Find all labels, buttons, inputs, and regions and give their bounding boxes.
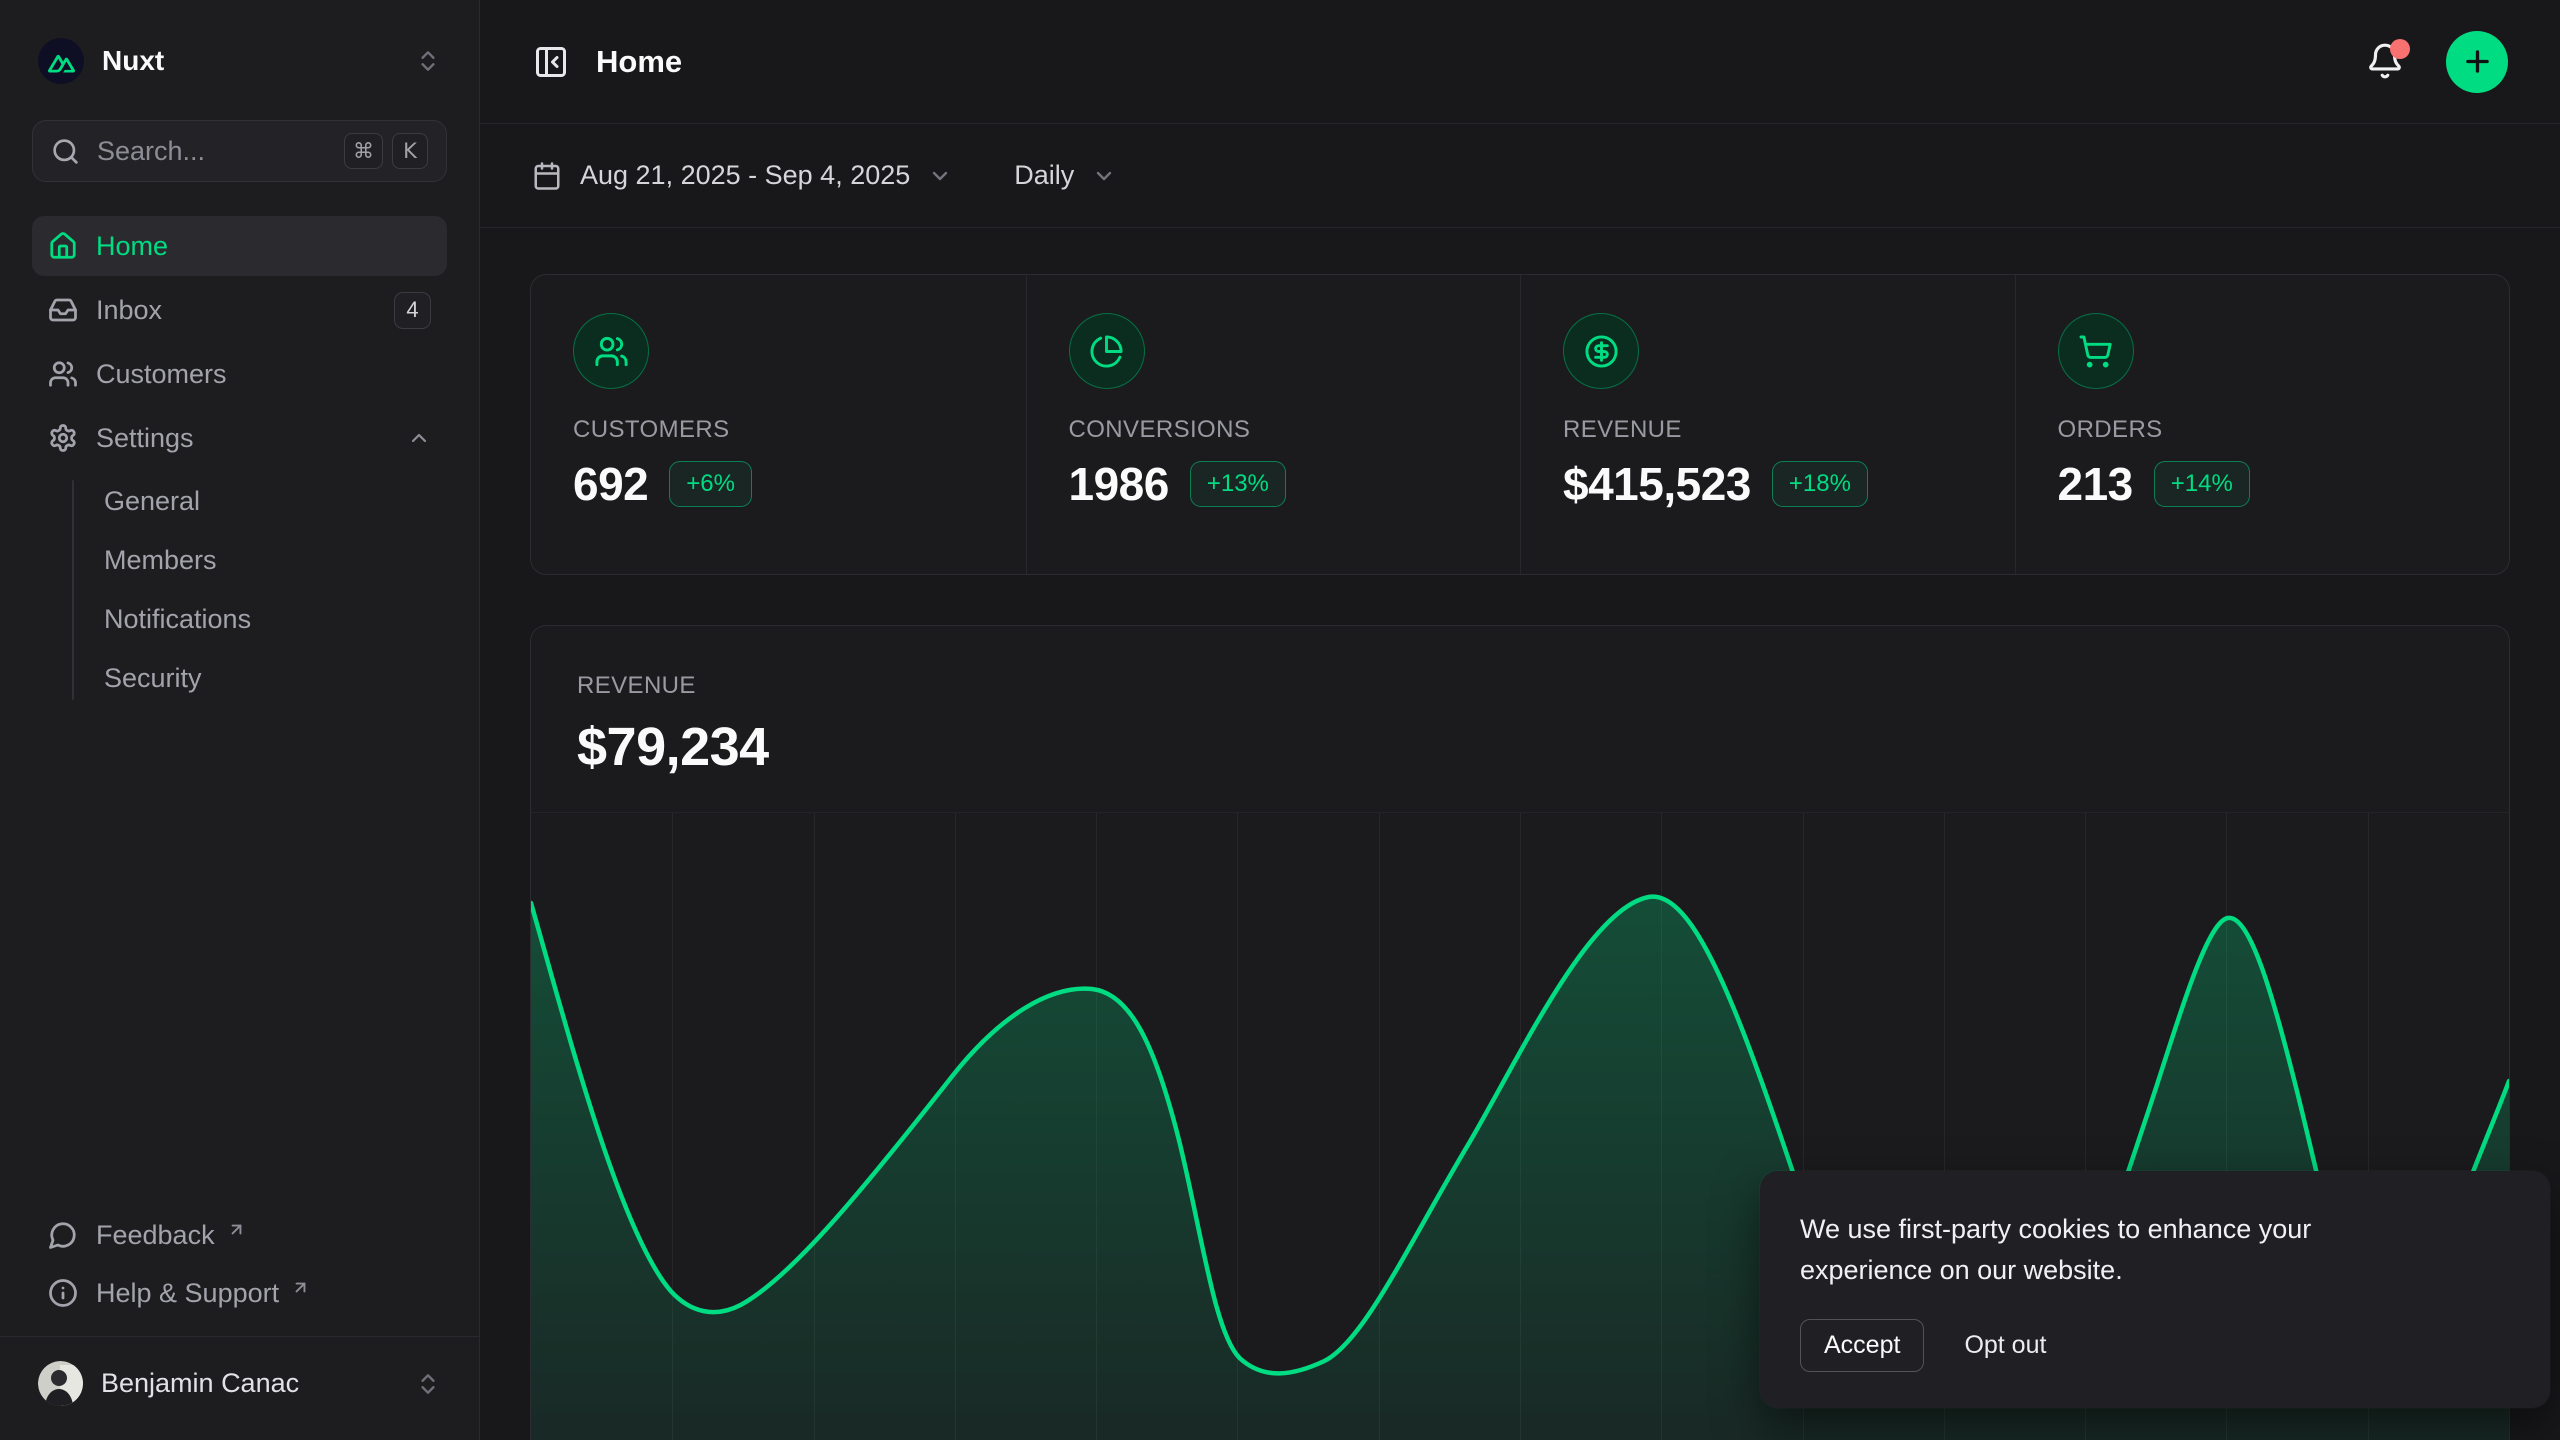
message-circle-icon [48, 1220, 78, 1250]
stat-conversions[interactable]: CONVERSIONS 1986 +13% [1026, 275, 1521, 574]
stat-value: $415,523 [1563, 457, 1751, 511]
sidebar-nav: Home Inbox 4 Customers Settings General … [32, 216, 447, 714]
submenu-label: General [104, 486, 200, 517]
revenue-chart-label: REVENUE [577, 672, 2463, 700]
revenue-chart-value: $79,234 [577, 716, 2463, 778]
notification-dot [2390, 39, 2410, 59]
stat-value: 692 [573, 457, 648, 511]
header-actions [2366, 31, 2508, 93]
sidebar-item-security[interactable]: Security [32, 649, 447, 708]
sidebar-item-label: Inbox [96, 295, 162, 326]
users-icon [48, 359, 78, 389]
cookie-accept-button[interactable]: Accept [1800, 1319, 1924, 1372]
sidebar-item-members[interactable]: Members [32, 531, 447, 590]
sidebar-item-settings[interactable]: Settings [32, 408, 447, 468]
stat-delta-badge: +6% [669, 461, 752, 507]
stat-delta-badge: +14% [2154, 461, 2250, 507]
user-menu[interactable]: Benjamin Canac [32, 1337, 447, 1432]
notifications-button[interactable] [2366, 42, 2406, 82]
sidebar-item-general[interactable]: General [32, 472, 447, 531]
submenu-label: Notifications [104, 604, 251, 635]
external-link-icon [291, 1278, 310, 1297]
foot-item-label: Help & Support [96, 1278, 279, 1309]
date-range-picker[interactable]: Aug 21, 2025 - Sep 4, 2025 [532, 160, 952, 191]
sidebar-item-home[interactable]: Home [32, 216, 447, 276]
add-button[interactable] [2446, 31, 2508, 93]
house-icon [48, 231, 78, 261]
filters-toolbar: Aug 21, 2025 - Sep 4, 2025 Daily [480, 124, 2560, 228]
chevron-up-icon [407, 426, 431, 450]
stat-value: 213 [2058, 457, 2133, 511]
stat-customers[interactable]: CUSTOMERS 692 +6% [531, 275, 1026, 574]
feedback-link[interactable]: Feedback [32, 1206, 447, 1264]
circle-dollar-icon [1584, 334, 1619, 369]
shopping-cart-icon [2078, 334, 2113, 369]
stat-label: ORDERS [2058, 416, 2468, 444]
stat-revenue[interactable]: REVENUE $415,523 +18% [1520, 275, 2015, 574]
stats-card: CUSTOMERS 692 +6% CONVERSIONS 1986 +13% [530, 274, 2510, 575]
foot-item-label: Feedback [96, 1220, 215, 1251]
chevron-down-icon [1092, 164, 1116, 188]
team-switcher[interactable]: Nuxt [32, 30, 447, 92]
search-shortcut: ⌘ K [344, 133, 428, 169]
sidebar-footer: Feedback Help & Support Benjamin Canac [32, 1206, 447, 1440]
pie-chart-icon [1089, 334, 1124, 369]
kbd-meta: ⌘ [344, 133, 383, 169]
page-title: Home [596, 44, 682, 80]
chevrons-up-down-icon [415, 48, 441, 74]
cookie-consent-banner: We use first-party cookies to enhance yo… [1760, 1171, 2550, 1408]
chevrons-up-down-icon [415, 1371, 441, 1397]
user-name: Benjamin Canac [101, 1368, 299, 1399]
sidebar-item-customers[interactable]: Customers [32, 344, 447, 404]
users-icon [594, 334, 629, 369]
settings-submenu: General Members Notifications Security [32, 472, 447, 708]
info-circle-icon [48, 1278, 78, 1308]
team-name: Nuxt [102, 45, 164, 77]
stat-orders[interactable]: ORDERS 213 +14% [2015, 275, 2510, 574]
user-photo-avatar [38, 1361, 83, 1406]
stat-delta-badge: +18% [1772, 461, 1868, 507]
help-support-link[interactable]: Help & Support [32, 1264, 447, 1322]
stat-delta-badge: +13% [1190, 461, 1286, 507]
search-icon [51, 137, 80, 166]
top-header: Home [480, 0, 2560, 124]
sidebar-item-label: Customers [96, 359, 227, 390]
plus-icon [2461, 45, 2494, 78]
search-placeholder: Search... [97, 136, 205, 167]
sidebar-collapse-button[interactable] [532, 43, 570, 81]
sidebar-item-label: Settings [96, 423, 194, 454]
calendar-icon [532, 161, 562, 191]
inbox-count-badge: 4 [394, 292, 431, 329]
chevron-down-icon [928, 164, 952, 188]
sidebar-item-inbox[interactable]: Inbox 4 [32, 280, 447, 340]
panel-left-close-icon [533, 44, 569, 80]
stat-value: 1986 [1069, 457, 1169, 511]
gear-icon [48, 423, 78, 453]
stat-label: CUSTOMERS [573, 416, 984, 444]
stat-label: CONVERSIONS [1069, 416, 1479, 444]
sidebar-item-label: Home [96, 231, 168, 262]
sidebar-item-notifications[interactable]: Notifications [32, 590, 447, 649]
interval-value: Daily [1014, 160, 1074, 191]
search-input[interactable]: Search... ⌘ K [32, 120, 447, 182]
inbox-icon [48, 295, 78, 325]
submenu-label: Members [104, 545, 217, 576]
sidebar: Nuxt Search... ⌘ K Home Inbox 4 Cu [0, 0, 480, 1440]
submenu-label: Security [104, 663, 202, 694]
stat-label: REVENUE [1563, 416, 1973, 444]
kbd-k: K [392, 133, 428, 169]
external-link-icon [227, 1220, 246, 1239]
cookie-message: We use first-party cookies to enhance yo… [1800, 1209, 2410, 1291]
interval-select[interactable]: Daily [1014, 160, 1116, 191]
date-range-value: Aug 21, 2025 - Sep 4, 2025 [580, 160, 910, 191]
nuxt-logo-icon [38, 38, 84, 84]
cookie-optout-button[interactable]: Opt out [1964, 1331, 2046, 1360]
